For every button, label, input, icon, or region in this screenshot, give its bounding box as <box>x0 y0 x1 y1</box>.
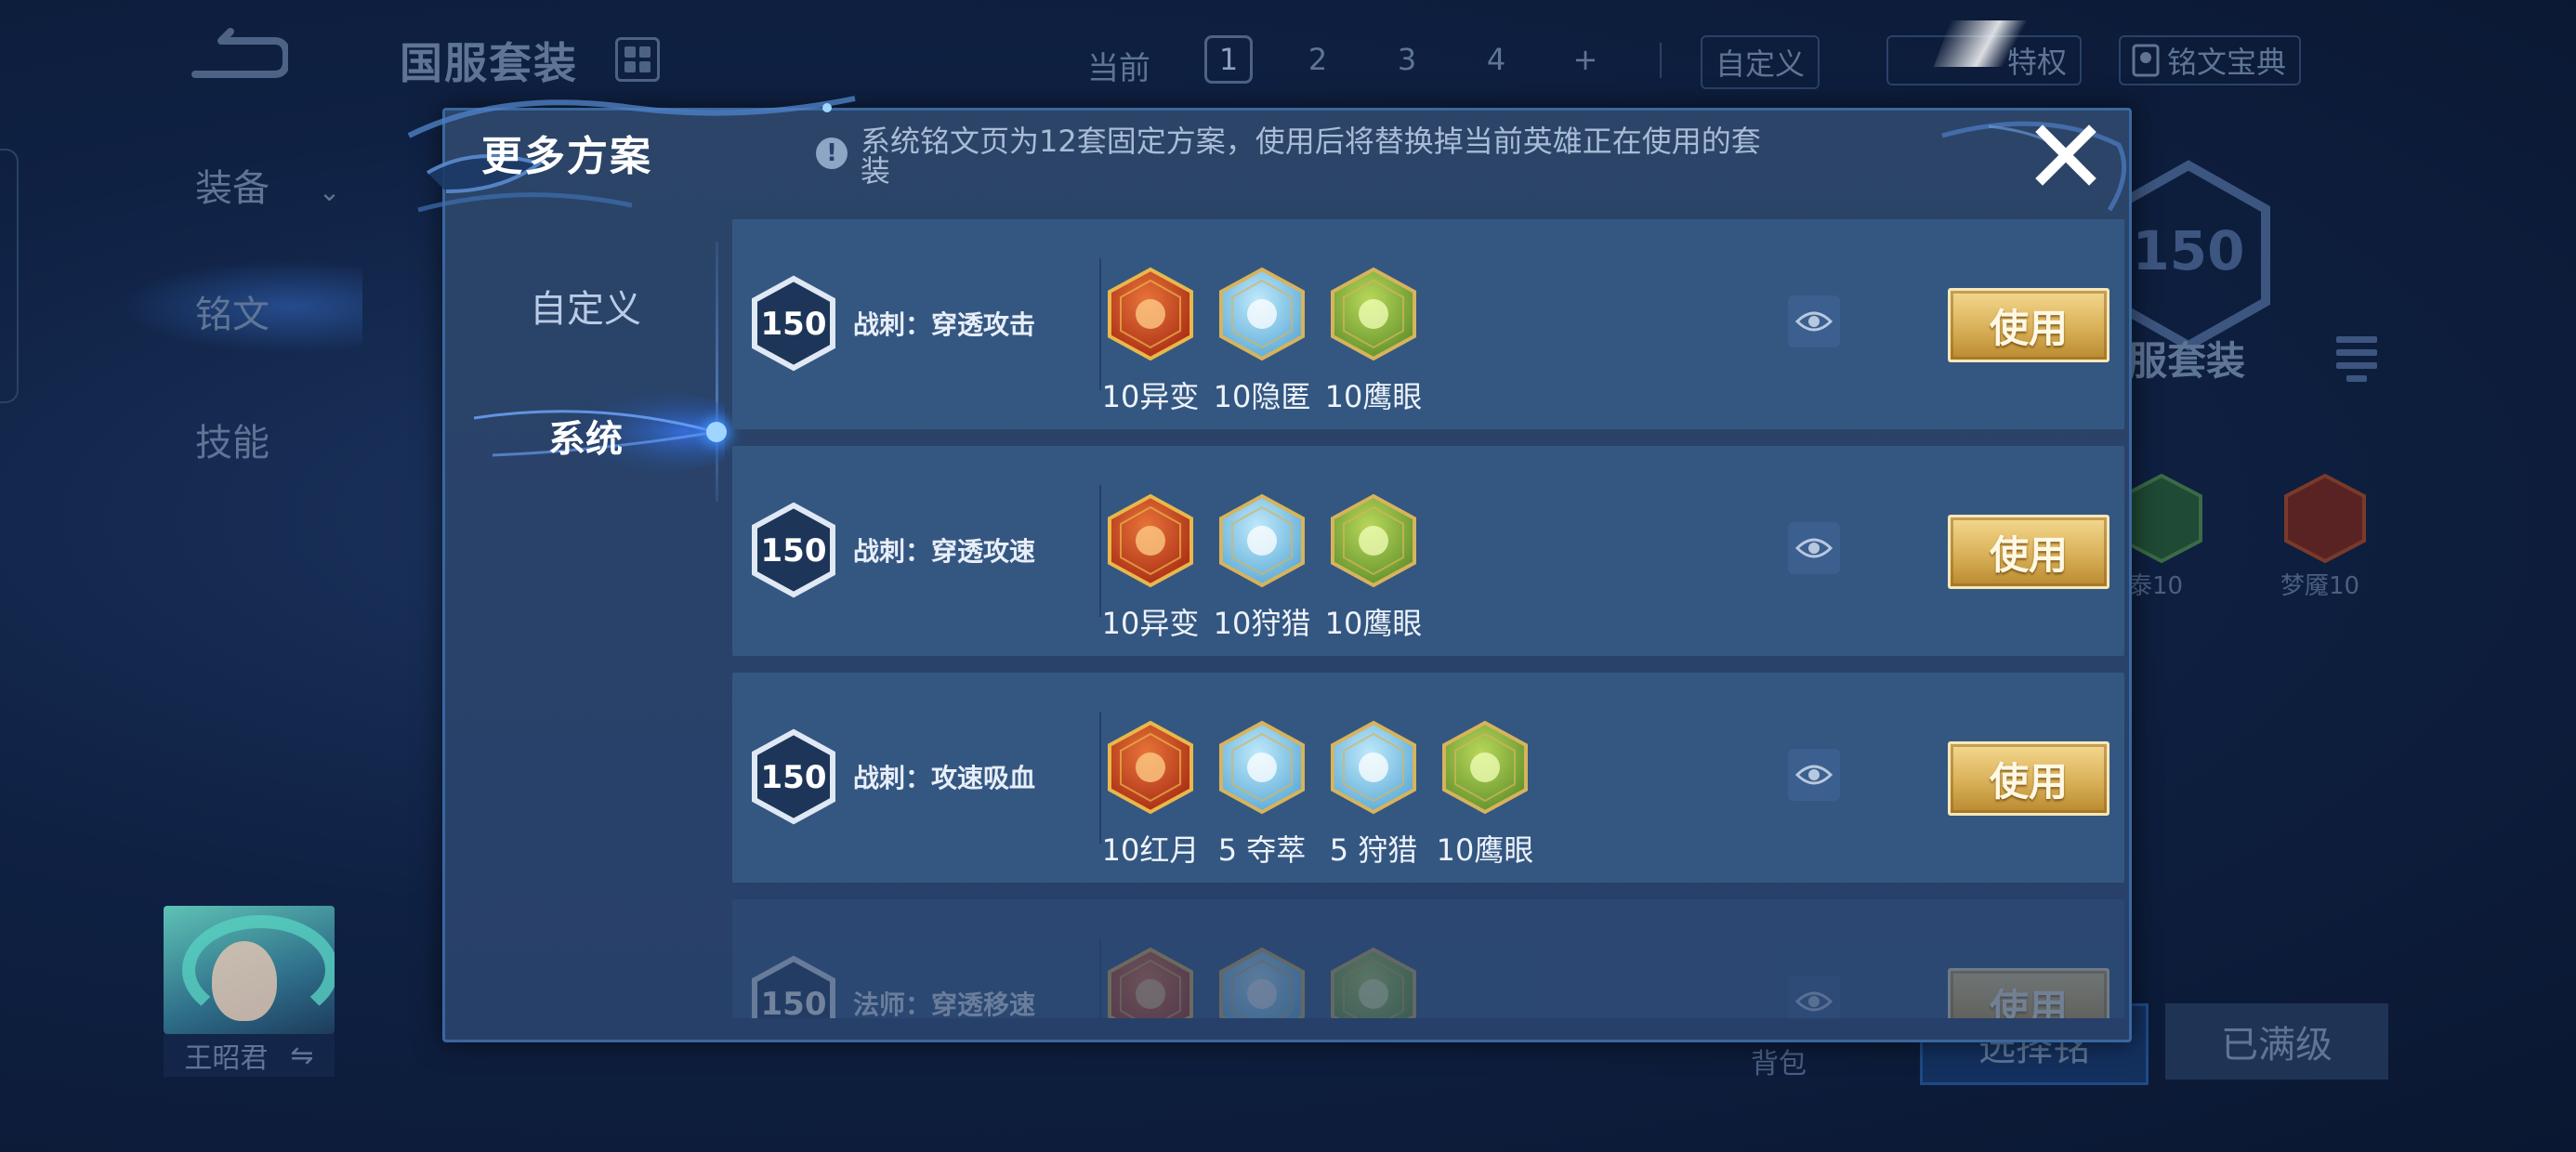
use-button[interactable]: 使用 <box>1948 741 2109 816</box>
bag-label[interactable]: 背包 <box>1751 1041 1807 1081</box>
rune-label: 10鹰眼 <box>1436 832 1534 868</box>
plan-row: 150 战刺：穿透攻速 使用 10异变 10狩猎 10鹰眼 <box>732 446 2124 656</box>
side-item-equipment[interactable]: 装备 ⌄ <box>195 158 340 212</box>
plan-title: 法师：穿透移速 <box>853 989 1036 1018</box>
row-divider <box>1099 938 1101 1018</box>
maxed-button[interactable]: 已满级 <box>2165 1003 2388 1080</box>
rune-label: 10异变 <box>1101 379 1200 414</box>
plan-row: 150 战刺：攻速吸血 使用 10红月 5 夺萃 5 狩猎 10鹰眼 <box>732 673 2124 883</box>
eye-icon <box>1794 538 1833 558</box>
red-rune-icon <box>2284 473 2366 564</box>
rune-dictionary-button[interactable]: 铭文宝典 <box>2119 35 2301 85</box>
rune-label: 10狩猎 <box>1213 606 1311 641</box>
crown-rune-icon[interactable] <box>1104 946 1197 1018</box>
rune-label: 泰10 <box>2128 572 2184 600</box>
bolt-rune-icon[interactable] <box>1216 946 1308 1018</box>
level-badge-icon: 150 <box>752 502 835 598</box>
rune-label: 10鹰眼 <box>1324 606 1423 641</box>
custom-top-button[interactable]: 自定义 <box>1701 35 1820 89</box>
svg-text:150: 150 <box>761 986 827 1018</box>
suit-label: 服套装 <box>2128 338 2246 384</box>
close-icon[interactable] <box>2033 123 2098 188</box>
page-button-1[interactable]: 1 <box>1204 35 1253 84</box>
preview-button[interactable] <box>1788 295 1840 347</box>
bolt-rune-icon[interactable] <box>1327 719 1420 816</box>
shield-rune-icon[interactable] <box>1104 266 1197 362</box>
use-button[interactable]: 使用 <box>1948 968 2109 1018</box>
back-icon[interactable] <box>186 28 288 84</box>
preview-button[interactable] <box>1788 749 1840 801</box>
plan-title: 战刺：穿透攻击 <box>853 309 1036 340</box>
clover-rune-icon[interactable] <box>1327 492 1420 589</box>
rune-dictionary-label: 铭文宝典 <box>2167 45 2287 80</box>
page-button-2[interactable]: 2 <box>1294 35 1342 84</box>
svg-text:150: 150 <box>761 532 827 569</box>
hero-name: 王昭君 <box>184 1042 269 1075</box>
knot-rune-icon[interactable] <box>1216 719 1308 816</box>
divider <box>1660 43 1662 78</box>
clover-rune-icon[interactable] <box>1439 719 1531 816</box>
plan-list[interactable]: 150 战刺：穿透攻击 使用 10异变 10隐匿 10鹰眼 150 战刺：穿透攻… <box>732 219 2124 1018</box>
preview-button[interactable] <box>1788 522 1840 574</box>
level-badge-icon: 150 <box>752 275 835 372</box>
tab-system[interactable]: 系统 <box>446 409 725 463</box>
rune-label: 10异变 <box>1101 606 1200 641</box>
plan-title: 战刺：穿透攻速 <box>853 536 1036 567</box>
row-divider <box>1099 712 1101 844</box>
eye-icon <box>1794 311 1833 332</box>
side-item-label: 装备 <box>195 167 269 210</box>
add-page-button[interactable]: + <box>1561 35 1610 84</box>
plan-row: 150 战刺：穿透攻击 使用 10异变 10隐匿 10鹰眼 <box>732 219 2124 429</box>
page-button-4[interactable]: 4 <box>1472 35 1520 84</box>
rune-label: 10隐匿 <box>1213 379 1311 414</box>
book-icon <box>2132 44 2160 77</box>
info-icon: ! <box>816 137 848 169</box>
eye-icon <box>1794 765 1833 785</box>
chevron-down-icon: ⌄ <box>318 177 341 207</box>
shield-rune-icon[interactable] <box>1104 492 1197 589</box>
use-button[interactable]: 使用 <box>1948 515 2109 589</box>
tab-custom[interactable]: 自定义 <box>446 279 725 333</box>
level-badge-icon: 150 <box>752 955 835 1018</box>
preview-button[interactable] <box>1788 975 1840 1018</box>
clover-rune-icon[interactable] <box>1327 266 1420 362</box>
rune-label: 10鹰眼 <box>1324 379 1423 414</box>
svg-text:150: 150 <box>2132 219 2244 282</box>
svg-text:150: 150 <box>761 759 827 796</box>
notice-text: 系统铭文页为12套固定方案，使用后将替换掉当前英雄正在使用的套装 <box>861 124 1761 189</box>
drop-rune-icon[interactable] <box>1216 266 1308 362</box>
swap-icon: ⇋ <box>290 1039 314 1072</box>
list-menu-icon[interactable] <box>2336 336 2377 385</box>
side-item-runes[interactable]: 铭文 <box>195 284 269 338</box>
modal-title: 更多方案 <box>481 133 652 180</box>
rune-label: 梦魇10 <box>2280 572 2360 600</box>
glare-effect <box>1933 20 2054 67</box>
hero-name-bar[interactable]: 王昭君 ⇋ <box>164 1034 335 1077</box>
plan-title: 战刺：攻速吸血 <box>853 763 1036 793</box>
side-item-skills[interactable]: 技能 <box>195 412 269 466</box>
page-button-3[interactable]: 3 <box>1383 35 1431 84</box>
leaf-rune-icon[interactable] <box>1327 946 1420 1018</box>
plan-row: 150 法师：穿透移速 使用 <box>732 899 2124 1018</box>
eye-icon <box>1794 991 1833 1012</box>
moon-rune-icon[interactable] <box>1104 719 1197 816</box>
rune-label: 5 狩猎 <box>1329 832 1418 868</box>
use-button[interactable]: 使用 <box>1948 288 2109 362</box>
svg-text:150: 150 <box>761 306 827 343</box>
level-badge-icon: 150 <box>752 728 835 825</box>
row-divider <box>1099 258 1101 390</box>
bolt-rune-icon[interactable] <box>1216 492 1308 589</box>
rune-label: 10红月 <box>1101 832 1200 868</box>
left-edge-handle[interactable] <box>0 149 19 403</box>
rune-label: 5 夺萃 <box>1217 832 1307 868</box>
row-divider <box>1099 485 1101 617</box>
grid-view-icon[interactable] <box>615 37 660 82</box>
hero-avatar[interactable] <box>164 906 335 1034</box>
current-page-label: 当前 <box>1087 50 1150 87</box>
